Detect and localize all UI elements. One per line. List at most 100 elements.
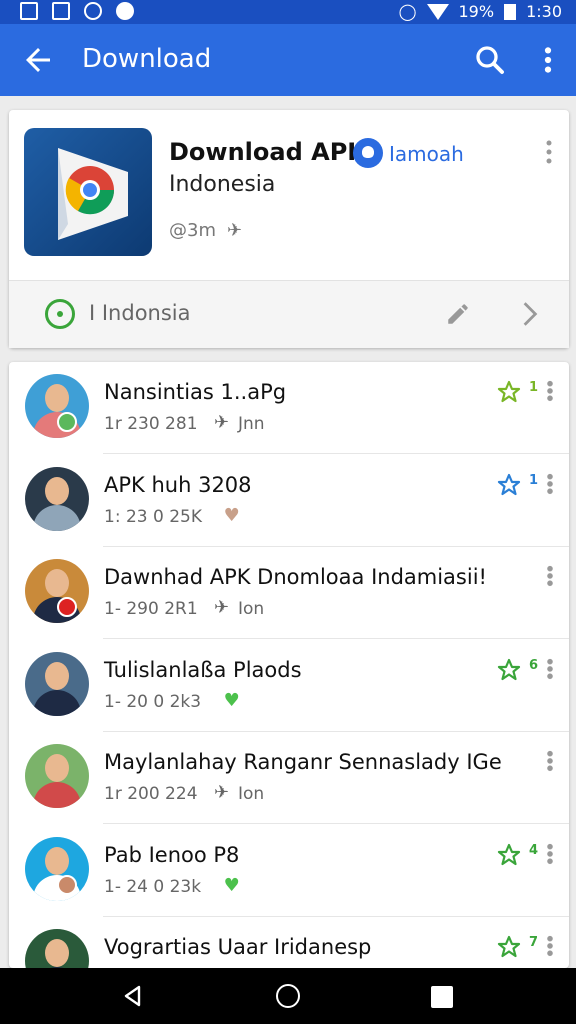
- item-meta: 1: 23 0 25K: [104, 506, 202, 527]
- favorite-icon[interactable]: [497, 473, 533, 497]
- battery-icon: [504, 3, 517, 20]
- favorite-count: 1: [529, 380, 539, 395]
- chevron-right-icon[interactable]: [517, 299, 543, 329]
- item-title: Tulislanlaßa Plaods: [104, 657, 302, 682]
- app-bar: Download: [0, 24, 576, 96]
- avatar: [25, 744, 89, 808]
- notification-icons: [20, 2, 134, 20]
- publisher-link[interactable]: Iamoah: [389, 142, 464, 166]
- list-item[interactable]: Pab Ienoo P8 1- 24 0 23k ♥ 4: [9, 825, 569, 917]
- favorite-count: 6: [529, 657, 539, 673]
- app-subtitle: Indonesia: [169, 172, 276, 197]
- item-title: Vogrartias Uaar Iridanesp: [104, 935, 372, 959]
- verified-badge-icon: [353, 138, 383, 168]
- item-overflow-icon[interactable]: [547, 657, 553, 680]
- heart-icon: ♥: [223, 874, 240, 896]
- plane-icon: ✈: [214, 782, 230, 803]
- item-overflow-icon[interactable]: [547, 842, 553, 865]
- settings-icon: [84, 2, 102, 20]
- record-icon: [116, 2, 134, 20]
- download-list: Nansintias 1..aPg 1r 230 281 ✈ Jnn 1 APK huh …: [9, 362, 569, 968]
- avatar-face: [45, 846, 69, 875]
- dots-icon: [547, 750, 553, 772]
- list-item[interactable]: APK huh 3208 1: 23 0 25K ♥ 1: [9, 455, 569, 547]
- overflow-menu-icon[interactable]: [534, 42, 562, 78]
- avatar: [25, 929, 89, 968]
- region-selector[interactable]: I Indonsia: [9, 281, 569, 348]
- avatar-body: [33, 782, 81, 808]
- item-title: Dawnhad APK Dnomloaa Indamiasii!: [104, 565, 487, 589]
- plane-icon: ✈: [227, 220, 243, 241]
- avatar-badge-icon: [57, 874, 77, 895]
- item-meta: 1r 200 224: [104, 784, 198, 804]
- nav-recents-icon[interactable]: [431, 986, 453, 1008]
- item-title: APK huh 3208: [104, 472, 252, 497]
- avatar-face: [45, 661, 69, 690]
- item-overflow-icon[interactable]: [547, 565, 553, 587]
- list-item[interactable]: Tulislanlaßa Plaods 1- 20 0 2k3 ♥ 6: [9, 640, 569, 732]
- item-overflow-icon[interactable]: [547, 380, 553, 402]
- item-title: Pab Ienoo P8: [104, 842, 240, 867]
- list-item[interactable]: Dawnhad APK Dnomloaa Indamiasii! 1- 290 2…: [9, 547, 569, 639]
- favorite-count: 7: [529, 935, 539, 950]
- search-icon[interactable]: [472, 42, 508, 78]
- item-meta-tail: Ion: [238, 784, 265, 804]
- plane-icon: ✈: [214, 597, 230, 618]
- list-item[interactable]: Maylanlahay Ranganr Sennaslady IGe 1r 200…: [9, 732, 569, 824]
- nav-home-icon[interactable]: [276, 984, 300, 1008]
- item-meta: 1- 290 2R1: [104, 599, 198, 619]
- avatar-badge-icon: [57, 412, 77, 432]
- location-icon: [45, 299, 75, 329]
- item-meta: 1r 230 281: [104, 414, 198, 434]
- chrome-icon: [58, 148, 128, 240]
- edit-pencil-icon[interactable]: [445, 301, 471, 327]
- favorite-icon[interactable]: [497, 843, 533, 867]
- avatar: [25, 466, 89, 531]
- avatar-body: [33, 689, 81, 716]
- avatar-badge-icon: [57, 597, 77, 617]
- item-meta: 1- 20 0 2k3: [104, 691, 202, 712]
- item-overflow-icon[interactable]: [547, 935, 553, 957]
- dots-icon: [547, 935, 553, 957]
- back-arrow-icon[interactable]: [20, 42, 56, 78]
- page-title: Download: [82, 44, 212, 74]
- app-header-card: Download APK Iamoah Indonesia @3m ✈ I In…: [9, 110, 569, 348]
- item-overflow-icon[interactable]: [547, 472, 553, 495]
- avatar-face: [45, 384, 69, 412]
- avatar-face: [45, 569, 69, 597]
- card-overflow-icon[interactable]: [544, 138, 554, 168]
- avatar: [25, 651, 89, 716]
- avatar-face: [45, 476, 69, 505]
- favorite-icon[interactable]: [497, 658, 533, 682]
- clock: 1:30: [526, 2, 562, 21]
- dots-icon: [547, 842, 553, 865]
- item-title: Nansintias 1..aPg: [104, 380, 287, 404]
- avatar: [25, 374, 89, 438]
- dots-icon: [547, 380, 553, 402]
- item-meta: 1- 24 0 23k: [104, 876, 202, 897]
- list-item[interactable]: Nansintias 1..aPg 1r 230 281 ✈ Jnn 1: [9, 362, 569, 454]
- app-logo: [24, 128, 152, 256]
- favorite-icon[interactable]: [497, 935, 533, 959]
- favorite-count: 1: [529, 472, 539, 488]
- avatar: [25, 559, 89, 623]
- app-meta: @3m: [169, 220, 216, 241]
- file-icon: [52, 2, 70, 20]
- region-label: I Indonsia: [89, 301, 191, 325]
- heart-icon: ♥: [223, 689, 240, 711]
- avatar: [25, 836, 89, 901]
- gallery-icon: [20, 2, 38, 20]
- dots-icon: [547, 657, 553, 680]
- item-overflow-icon[interactable]: [547, 750, 553, 772]
- item-meta-tail: Jnn: [238, 414, 265, 434]
- avatar-face: [45, 939, 69, 967]
- list-item[interactable]: Vogrartias Uaar Iridanesp 7: [9, 917, 569, 968]
- dots-icon: [547, 565, 553, 587]
- favorite-icon[interactable]: [497, 380, 533, 404]
- avatar-face: [45, 754, 69, 782]
- item-meta-tail: Ion: [238, 599, 265, 619]
- status-bar: ◯ 19% 1:30: [0, 0, 576, 24]
- battery-percent: 19%: [458, 2, 495, 21]
- avatar-body: [33, 504, 81, 531]
- nav-back-icon[interactable]: [121, 984, 145, 1008]
